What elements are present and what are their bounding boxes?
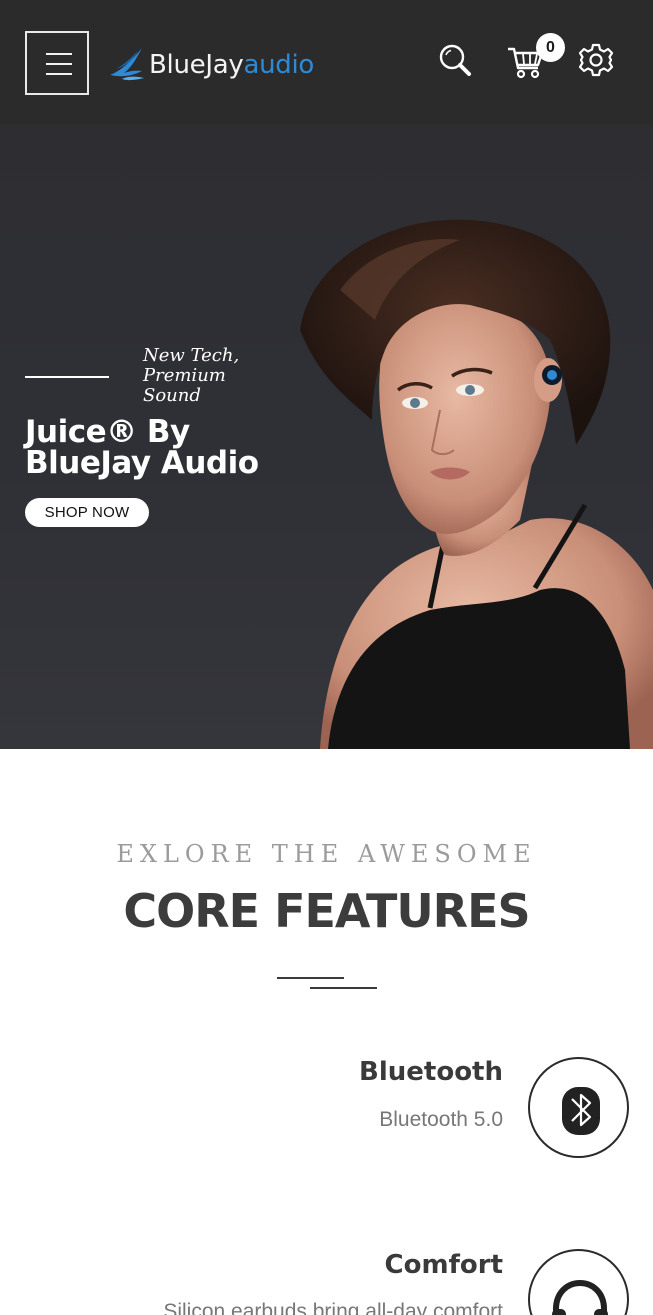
bird-logo-icon xyxy=(110,48,144,81)
hero-tagline: New Tech, Premium Sound xyxy=(143,345,240,406)
gear-icon[interactable] xyxy=(578,42,614,78)
bluetooth-icon xyxy=(562,1087,600,1135)
feature-title: Bluetooth xyxy=(359,1057,503,1087)
hero-banner: New Tech, Premium Sound Juice® By BlueJa… xyxy=(0,125,653,749)
title-divider xyxy=(277,977,344,979)
hero-divider xyxy=(25,376,109,378)
hero-title: Juice® By BlueJay Audio xyxy=(25,414,259,481)
feature-description: Silicon earbuds bring all-day comfort xyxy=(163,1300,503,1315)
feature-icon-circle xyxy=(528,1057,629,1158)
logo-text-bluejay: BlueJay xyxy=(149,50,244,80)
title-divider xyxy=(310,987,377,989)
site-header: BlueJayaudio 0 xyxy=(0,0,653,125)
feature-description: Bluetooth 5.0 xyxy=(379,1108,503,1131)
model-portrait-image xyxy=(300,219,653,749)
shop-now-button[interactable]: SHOP NOW xyxy=(25,498,149,527)
cart-count-badge: 0 xyxy=(536,33,565,62)
menu-icon xyxy=(46,53,72,55)
feature-icon-circle xyxy=(528,1249,629,1315)
logo[interactable]: BlueJayaudio xyxy=(108,43,314,87)
headphones-icon xyxy=(552,1279,608,1315)
features-title: CORE FEATURES xyxy=(123,884,530,938)
features-eyebrow: EXLORE THE AWESOME xyxy=(116,840,537,868)
feature-title: Comfort xyxy=(384,1250,503,1280)
search-icon[interactable] xyxy=(437,42,473,78)
menu-button[interactable] xyxy=(25,31,89,95)
logo-text-audio: audio xyxy=(243,50,314,80)
